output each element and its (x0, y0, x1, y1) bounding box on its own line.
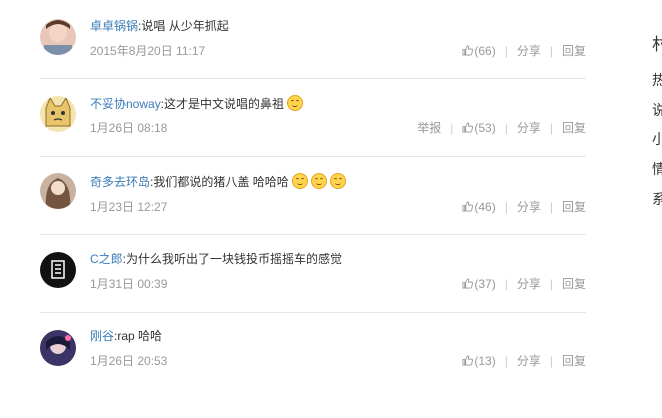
share-button[interactable]: 分享 (517, 276, 541, 292)
smile-emoji-icon (310, 173, 327, 189)
action-divider: | (549, 354, 553, 368)
like-count: (66) (474, 44, 496, 58)
comment-item: 卓卓锅锅:说唱 从少年抓起 2015年8月20日 11:17 (66) | 分享… (40, 0, 586, 79)
like-count: (46) (474, 200, 496, 214)
reply-button[interactable]: 回复 (562, 199, 586, 215)
username-link[interactable]: 奇多去环岛 (90, 175, 150, 189)
share-button[interactable]: 分享 (517, 120, 541, 136)
sidebar-item[interactable]: 情 (652, 159, 662, 179)
reply-button[interactable]: 回复 (562, 120, 586, 136)
thumb-up-icon (462, 278, 474, 289)
avatar[interactable] (40, 19, 76, 55)
reply-button[interactable]: 回复 (562, 353, 586, 369)
share-button[interactable]: 分享 (517, 353, 541, 369)
username-link[interactable]: C之郎 (90, 252, 123, 266)
comment-time: 2015年8月20日 11:17 (90, 44, 206, 58)
like-button[interactable]: (53) (462, 120, 496, 136)
thumb-up-icon (462, 45, 474, 56)
avatar[interactable] (40, 252, 76, 288)
smile-emoji-icon (291, 173, 308, 189)
like-count: (13) (474, 354, 496, 368)
action-divider: | (504, 277, 508, 291)
smile-emoji-icon (329, 173, 346, 189)
action-divider: | (549, 121, 553, 135)
action-divider: | (549, 277, 553, 291)
avatar[interactable] (40, 330, 76, 366)
share-button[interactable]: 分享 (517, 43, 541, 59)
thumb-up-icon (462, 201, 474, 212)
action-divider: | (504, 44, 508, 58)
comment-text: 这才是中文说唱的鼻祖 (164, 97, 285, 111)
reply-button[interactable]: 回复 (562, 276, 586, 292)
comment-item: 刚谷:rap 哈哈 1月26日 20:53 (13) | 分享 | 回复 (40, 312, 586, 390)
action-divider: | (504, 200, 508, 214)
username-link[interactable]: 刚谷 (90, 329, 114, 343)
thumb-up-icon (462, 122, 474, 133)
action-divider: | (450, 121, 454, 135)
comment-item: 奇多去环岛:我们都说的猪八盖 哈哈哈 1月23日 12:27 (46) | 分享… (40, 156, 586, 235)
report-button[interactable]: 举报 (417, 120, 441, 136)
like-button[interactable]: (66) (462, 43, 496, 59)
action-divider: | (504, 121, 508, 135)
action-divider: | (504, 354, 508, 368)
sidebar-heading: 村 (652, 35, 662, 54)
sidebar-item[interactable]: 系 (652, 189, 662, 209)
like-button[interactable]: (46) (462, 199, 496, 215)
comment-text: 说唱 从少年抓起 (141, 19, 229, 33)
comment-text: 为什么我听出了一块钱投币摇摇车的感觉 (126, 252, 343, 266)
comment-item: C之郎:为什么我听出了一块钱投币摇摇车的感觉 1月31日 00:39 (37) … (40, 234, 586, 313)
avatar[interactable] (40, 96, 76, 132)
avatar[interactable] (40, 173, 76, 209)
reply-button[interactable]: 回复 (562, 43, 586, 59)
comment-time: 1月26日 08:18 (90, 121, 168, 135)
share-button[interactable]: 分享 (517, 199, 541, 215)
comment-item: 不妥协noway:这才是中文说唱的鼻祖 1月26日 08:18 举报 | (53… (40, 78, 586, 157)
sidebar-item[interactable]: 说 (652, 100, 662, 120)
comment-text: 我们都说的猪八盖 哈哈哈 (153, 175, 289, 189)
like-count: (37) (474, 277, 496, 291)
like-count: (53) (474, 121, 496, 135)
username-link[interactable]: 不妥协noway (90, 97, 161, 111)
sidebar-item[interactable]: 小 (652, 129, 662, 149)
thumb-up-icon (462, 355, 474, 366)
comment-time: 1月26日 20:53 (90, 354, 168, 368)
comment-time: 1月23日 12:27 (90, 200, 168, 214)
like-button[interactable]: (13) (462, 353, 496, 369)
laugh-emoji-icon (287, 95, 304, 111)
action-divider: | (549, 44, 553, 58)
username-link[interactable]: 卓卓锅锅 (90, 19, 138, 33)
comment-text: rap 哈哈 (117, 329, 163, 343)
comment-time: 1月31日 00:39 (90, 277, 168, 291)
sidebar-item[interactable]: 热 (652, 70, 662, 90)
like-button[interactable]: (37) (462, 276, 496, 292)
action-divider: | (549, 200, 553, 214)
